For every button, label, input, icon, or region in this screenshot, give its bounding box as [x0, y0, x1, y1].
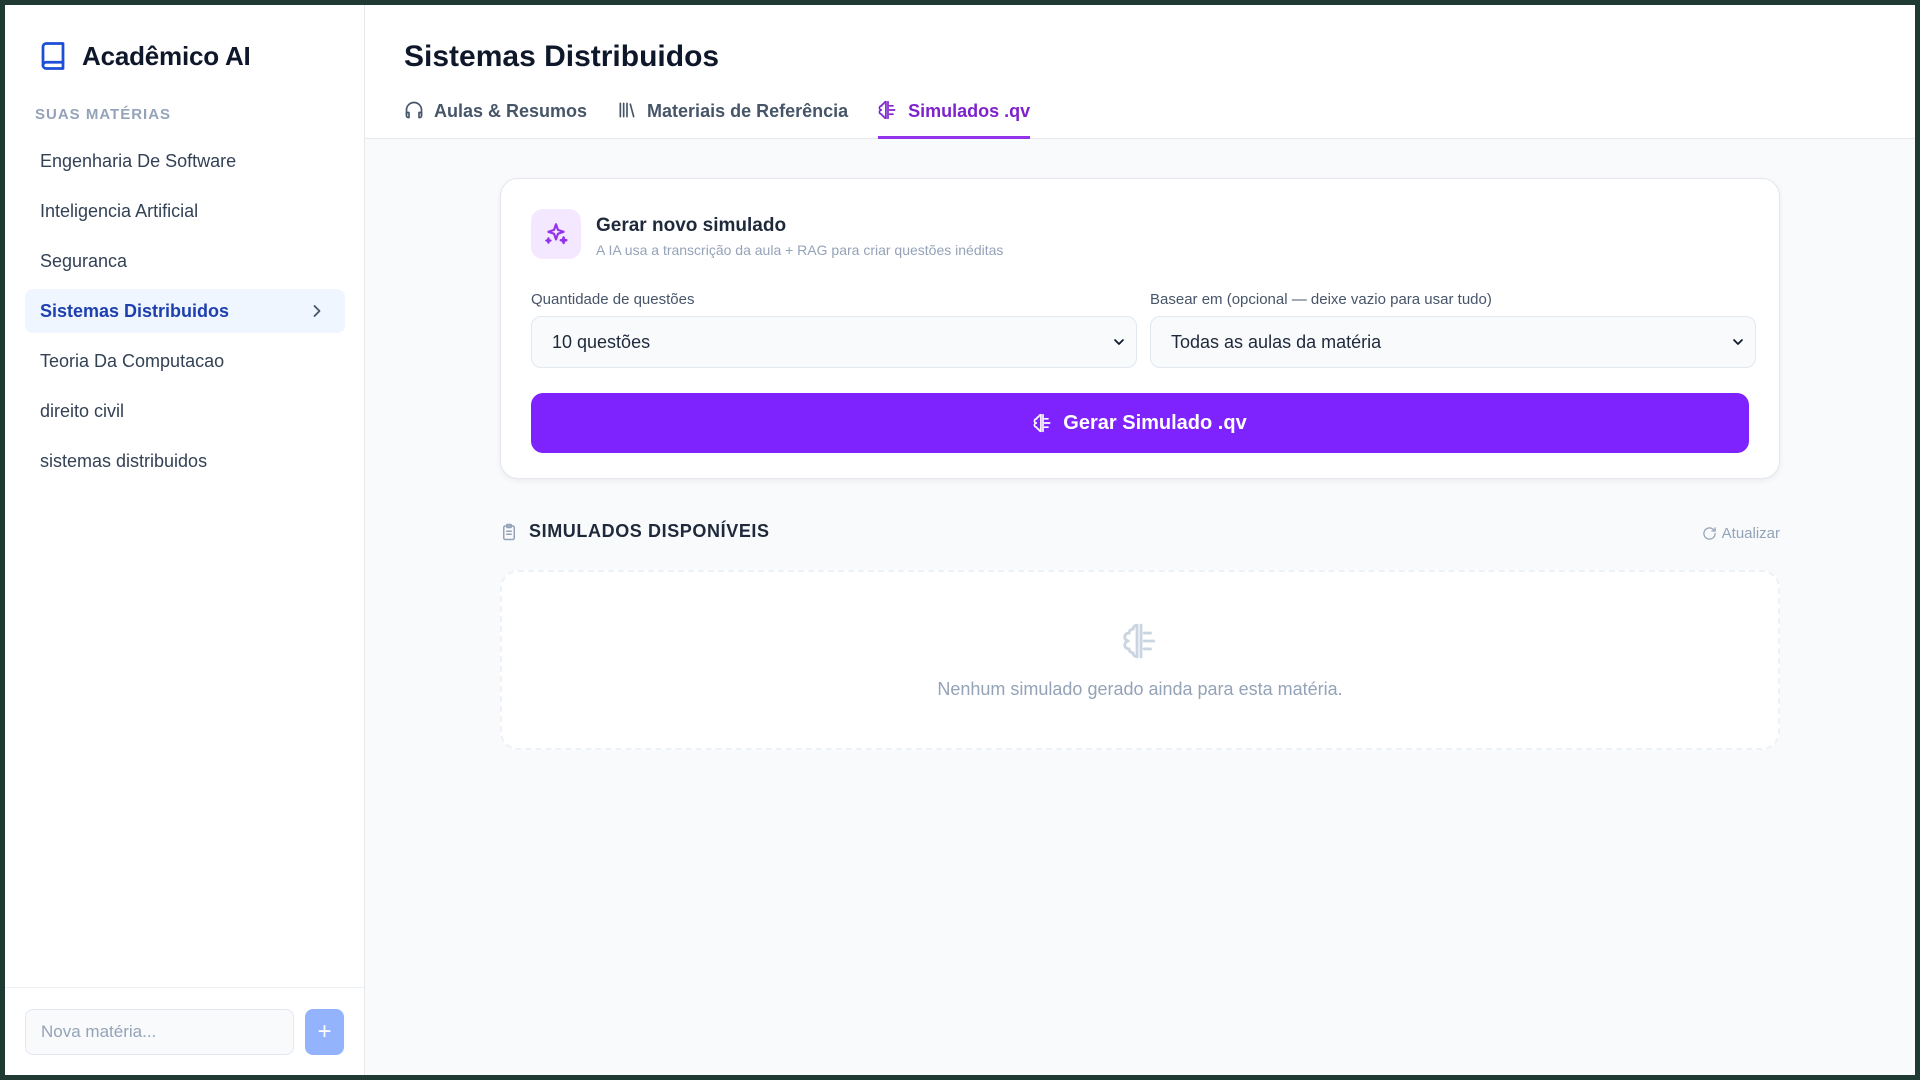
sparkles-icon	[531, 209, 581, 259]
sidebar-item-direito-civil[interactable]: direito civil	[25, 389, 345, 433]
subject-nav: Engenharia De Software Inteligencia Arti…	[25, 139, 345, 489]
brain-icon	[1123, 623, 1156, 659]
sidebar-item-label: direito civil	[40, 400, 125, 421]
sidebar-item-label: Sistemas Distribuidos	[40, 300, 230, 321]
sidebar-item-inteligencia-artificial[interactable]: Inteligencia Artificial	[25, 189, 345, 233]
chevron-down-icon	[1114, 339, 1124, 345]
sidebar-item-teoria-da-computacao[interactable]: Teoria Da Computacao	[25, 339, 345, 383]
chevron-down-icon	[1733, 339, 1743, 345]
sidebar-item-sistemas-distribuidos[interactable]: Sistemas Distribuidos	[25, 289, 345, 333]
clipboard-icon	[503, 523, 515, 540]
generate-simulado-button[interactable]: Gerar Simulado .qv	[531, 393, 1749, 453]
main-content: Sistemas Distribuidos Aulas & Resumos Ma…	[365, 5, 1915, 1075]
sidebar-item-label: Engenharia De Software	[40, 150, 237, 171]
tab-materiais-referencia[interactable]: Materiais de Referência	[617, 95, 848, 139]
tab-label: Aulas & Resumos	[434, 101, 588, 121]
sidebar-item-engenharia-de-software[interactable]: Engenharia De Software	[25, 139, 345, 183]
based-on-label: Basear em (opcional — deixe vazio para u…	[1150, 291, 1492, 308]
headphones-icon	[405, 101, 423, 119]
sidebar-item-seguranca[interactable]: Seguranca	[25, 239, 345, 283]
based-on-value: Todas as aulas da matéria	[1171, 331, 1382, 352]
chevron-right-icon	[313, 305, 321, 317]
brain-icon	[1033, 413, 1051, 433]
book-icon	[41, 42, 65, 70]
sidebar-item-label: sistemas distribuidos	[40, 450, 208, 471]
quantity-label: Quantidade de questões	[531, 291, 695, 308]
library-icon	[619, 102, 635, 118]
sidebar-item-label: Inteligencia Artificial	[40, 200, 199, 221]
based-on-select[interactable]: Todas as aulas da matéria	[1150, 316, 1756, 368]
sidebar-item-label: Seguranca	[40, 250, 128, 271]
sidebar-section-label: SUAS MATÉRIAS	[35, 106, 172, 123]
add-subject-button[interactable]: +	[305, 1008, 344, 1055]
tab-simulados[interactable]: Simulados .qv	[878, 95, 1031, 139]
empty-state-text: Nenhum simulado gerado ainda para esta m…	[937, 679, 1343, 699]
empty-state: Nenhum simulado gerado ainda para esta m…	[500, 570, 1780, 750]
brain-icon	[878, 100, 896, 120]
sidebar: Acadêmico AI SUAS MATÉRIAS Engenharia De…	[5, 5, 365, 1075]
refresh-icon	[1702, 527, 1716, 540]
brand: Acadêmico AI	[38, 40, 251, 72]
new-subject-bar: +	[5, 987, 364, 1075]
simulados-list-title: SIMULADOS DISPONÍVEIS	[529, 521, 770, 541]
page-header: Sistemas Distribuidos Aulas & Resumos Ma…	[365, 5, 1915, 139]
page-title: Sistemas Distribuidos	[404, 40, 720, 73]
simulados-list-header: SIMULADOS DISPONÍVEIS Atualizar	[500, 521, 1780, 551]
sidebar-item-label: Teoria Da Computacao	[40, 350, 225, 371]
refresh-label: Atualizar	[1721, 525, 1780, 542]
quantity-value: 10 questões	[552, 331, 651, 352]
generator-card: Gerar novo simulado A IA usa a transcriç…	[500, 178, 1780, 479]
generator-title: Gerar novo simulado	[596, 215, 787, 236]
app-title: Acadêmico AI	[82, 40, 251, 71]
tab-label: Simulados .qv	[908, 101, 1031, 121]
tab-label: Materiais de Referência	[647, 101, 849, 121]
quantity-select[interactable]: 10 questões	[531, 316, 1137, 368]
generate-button-label: Gerar Simulado .qv	[1063, 411, 1247, 434]
refresh-button[interactable]: Atualizar	[1702, 525, 1780, 542]
tab-aulas-resumos[interactable]: Aulas & Resumos	[404, 95, 587, 139]
new-subject-input[interactable]	[25, 1008, 294, 1055]
sidebar-item-sistemas-distribuidos-lower[interactable]: sistemas distribuidos	[25, 439, 345, 483]
generator-subtitle: A IA usa a transcrição da aula + RAG par…	[596, 242, 1004, 258]
tab-bar: Aulas & Resumos Materiais de Referência …	[404, 95, 1031, 139]
app-window: Acadêmico AI SUAS MATÉRIAS Engenharia De…	[5, 5, 1915, 1075]
